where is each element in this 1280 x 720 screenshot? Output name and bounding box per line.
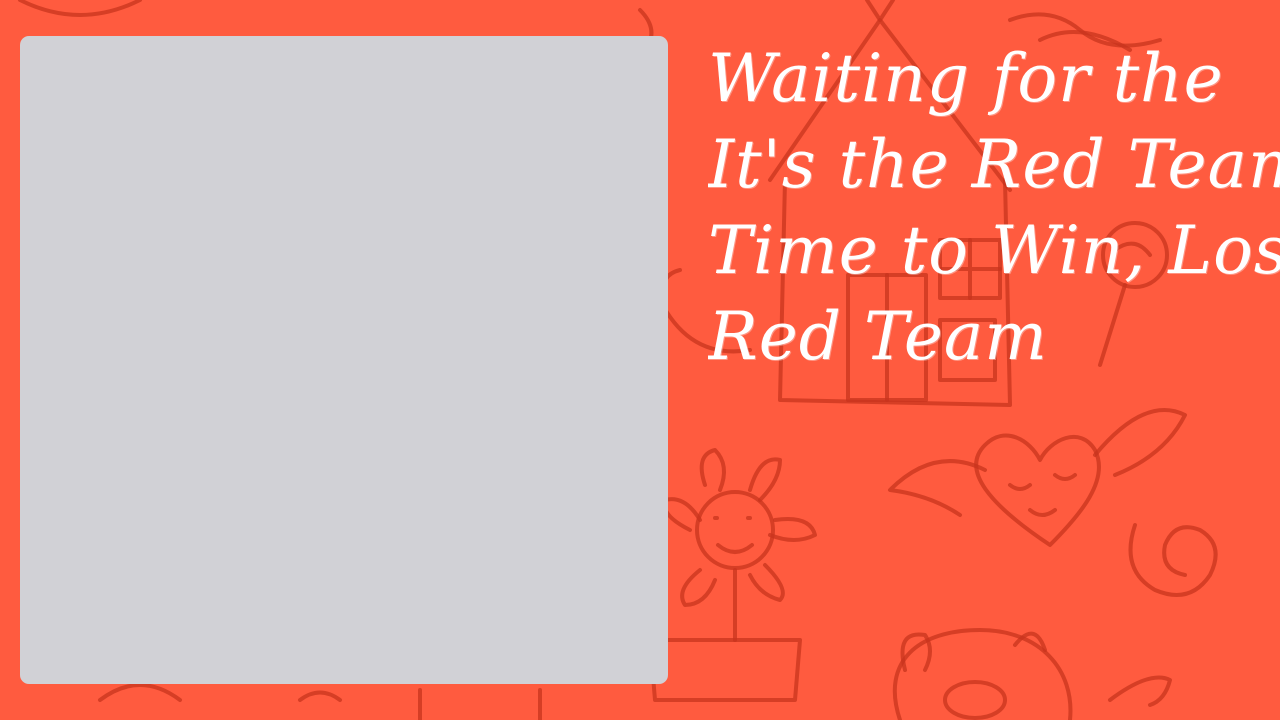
spiral-doodle-icon: [1128, 523, 1218, 597]
media-placeholder-panel: [20, 36, 668, 684]
message-line-4: Red Team: [708, 298, 1048, 375]
flower-doodle-icon: [648, 448, 817, 702]
message-line-1: Waiting for the: [708, 40, 1224, 117]
pig-doodle-icon: [892, 628, 1172, 720]
message-line-2: It's the Red Team: [708, 126, 1280, 203]
message-area: Waiting for the It's the Red Team Time t…: [708, 36, 1280, 376]
message-line-3: Time to Win, Los: [708, 212, 1280, 289]
winged-heart-doodle-icon: [888, 408, 1187, 547]
